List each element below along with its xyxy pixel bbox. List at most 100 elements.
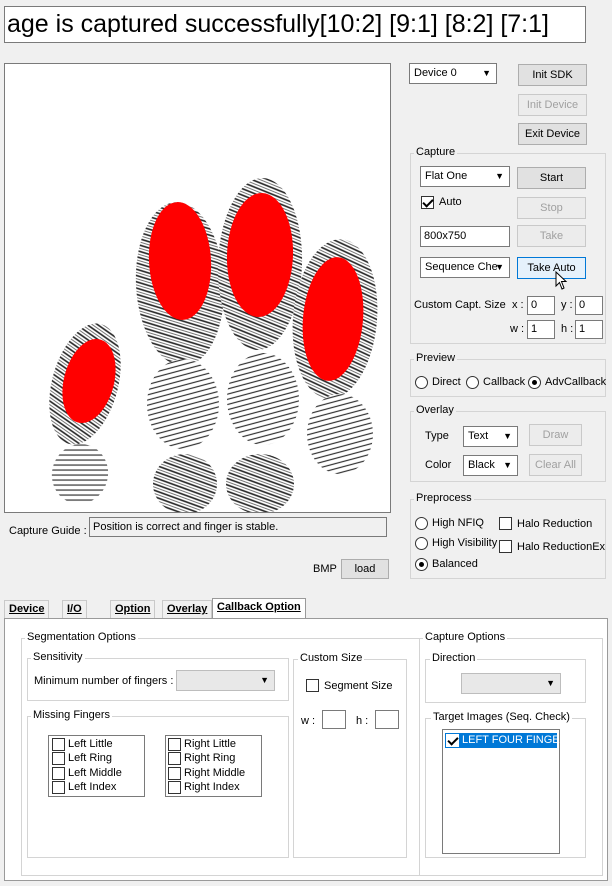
left-middle-checkbox[interactable] — [52, 767, 65, 780]
w-label: w : — [510, 323, 525, 335]
right-ring-checkbox[interactable] — [168, 752, 181, 765]
target-images-title: Target Images (Seq. Check) — [431, 711, 572, 723]
custom-capt-size-label: Custom Capt. Size — [414, 299, 506, 311]
chevron-down-icon: ▼ — [546, 678, 555, 688]
y-label: y : — [561, 299, 573, 311]
auto-label: Auto — [439, 196, 462, 208]
callback-radio[interactable] — [466, 376, 479, 389]
preview-group-title: Preview — [414, 352, 458, 364]
capture-guide-field: Position is correct and finger is stable… — [89, 517, 387, 537]
tab-callback-option[interactable]: Callback Option — [212, 598, 306, 619]
take-auto-button[interactable]: Take Auto — [517, 257, 586, 279]
capture-guide-label: Capture Guide : — [9, 525, 87, 537]
resolution-field[interactable]: 800x750 — [420, 226, 510, 247]
clear-all-button[interactable]: Clear All — [529, 454, 582, 476]
device-select[interactable]: Device 0 ▼ — [409, 63, 497, 84]
fingerprint-preview — [4, 63, 391, 513]
h-input[interactable]: 1 — [575, 320, 603, 339]
load-button[interactable]: load — [341, 559, 389, 579]
overlay-group-title: Overlay — [414, 404, 456, 416]
start-button[interactable]: Start — [517, 167, 586, 189]
custom-h-label: h : — [356, 715, 369, 727]
status-message: age is captured successfully[10:2] [9:1]… — [4, 6, 586, 43]
halo-reduction-ex-checkbox[interactable] — [499, 540, 512, 553]
capture-options-title: Capture Options — [423, 631, 508, 643]
missing-fingers-title: Missing Fingers — [31, 709, 113, 721]
right-little-label: Right Little — [184, 738, 236, 750]
overlay-color-select[interactable]: Black ▼ — [463, 455, 518, 476]
adv-callback-radio[interactable] — [528, 376, 541, 389]
right-middle-checkbox[interactable] — [168, 767, 181, 780]
chevron-down-icon: ▼ — [260, 675, 269, 685]
custom-h-input[interactable] — [375, 710, 399, 729]
fingerprint-image — [49, 178, 378, 512]
left-little-label: Left Little — [68, 738, 113, 750]
balanced-label: Balanced — [432, 558, 478, 570]
high-visibility-radio[interactable] — [415, 537, 428, 550]
mouse-cursor-icon — [555, 271, 568, 290]
target-image-checkbox[interactable] — [446, 734, 459, 747]
capture-group-title: Capture — [414, 146, 458, 158]
right-little-checkbox[interactable] — [168, 738, 181, 751]
h-label: h : — [561, 323, 574, 335]
capture-mode-select[interactable]: Flat One ▼ — [420, 166, 510, 187]
take-button[interactable]: Take — [517, 225, 586, 247]
w-input[interactable]: 1 — [527, 320, 555, 339]
chevron-down-icon: ▼ — [503, 431, 512, 441]
x-label: x : — [512, 299, 524, 311]
direct-label: Direct — [432, 376, 461, 388]
x-input[interactable]: 0 — [527, 296, 555, 315]
overlay-type-select[interactable]: Text ▼ — [463, 426, 518, 447]
tab-device[interactable]: Device — [4, 600, 50, 618]
balanced-radio[interactable] — [415, 558, 428, 571]
left-index-label: Left Index — [68, 781, 117, 793]
high-nfiq-radio[interactable] — [415, 517, 428, 530]
custom-w-label: w : — [301, 715, 316, 727]
callback-label: Callback — [483, 376, 526, 388]
direction-select[interactable]: ▼ — [461, 673, 561, 694]
segment-size-checkbox[interactable] — [306, 679, 319, 692]
sequence-select[interactable]: Sequence Che ▼ — [420, 257, 510, 278]
left-ring-checkbox[interactable] — [52, 752, 65, 765]
chevron-down-icon: ▼ — [495, 171, 504, 181]
tab-overlay[interactable]: Overlay — [162, 600, 213, 618]
overlay-type-label: Type — [425, 430, 449, 442]
right-index-checkbox[interactable] — [168, 781, 181, 794]
high-nfiq-label: High NFIQ — [432, 517, 484, 529]
target-image-item[interactable]: LEFT FOUR FINGER — [445, 733, 568, 748]
tab-io[interactable]: I/O — [62, 600, 87, 618]
left-ring-label: Left Ring — [68, 752, 113, 764]
init-sdk-button[interactable]: Init SDK — [518, 64, 587, 86]
min-fingers-select[interactable]: ▼ — [176, 670, 275, 691]
tab-option[interactable]: Option — [110, 600, 156, 618]
high-visibility-label: High Visibility — [432, 537, 498, 549]
target-image-label: LEFT FOUR FINGER — [462, 734, 568, 746]
auto-checkbox[interactable] — [421, 196, 434, 209]
right-middle-label: Right Middle — [184, 767, 246, 779]
right-ring-label: Right Ring — [184, 752, 236, 764]
direction-title: Direction — [430, 652, 478, 664]
chevron-down-icon: ▼ — [482, 68, 491, 78]
y-input[interactable]: 0 — [575, 296, 603, 315]
overlay-color-label: Color — [425, 459, 452, 471]
halo-reduction-label: Halo Reduction — [517, 518, 593, 530]
adv-callback-label: AdvCallback — [545, 376, 607, 388]
sensitivity-title: Sensitivity — [31, 651, 85, 663]
chevron-down-icon: ▼ — [503, 460, 512, 470]
exit-device-button[interactable]: Exit Device — [518, 123, 587, 145]
draw-button[interactable]: Draw — [529, 424, 582, 446]
chevron-down-icon: ▼ — [495, 262, 504, 272]
halo-reduction-ex-label: Halo ReductionEx — [517, 541, 606, 553]
direct-radio[interactable] — [415, 376, 428, 389]
custom-size-title: Custom Size — [298, 652, 365, 664]
target-images-list[interactable]: LEFT FOUR FINGER — [442, 729, 568, 854]
bmp-label: BMP — [313, 563, 337, 575]
left-little-checkbox[interactable] — [52, 738, 65, 751]
left-index-checkbox[interactable] — [52, 781, 65, 794]
segment-size-label: Segment Size — [324, 680, 393, 692]
init-device-button[interactable]: Init Device — [518, 94, 587, 116]
stop-button[interactable]: Stop — [517, 197, 586, 219]
halo-reduction-checkbox[interactable] — [499, 517, 512, 530]
custom-w-input[interactable] — [322, 710, 346, 729]
min-fingers-label: Minimum number of fingers : — [34, 675, 174, 687]
